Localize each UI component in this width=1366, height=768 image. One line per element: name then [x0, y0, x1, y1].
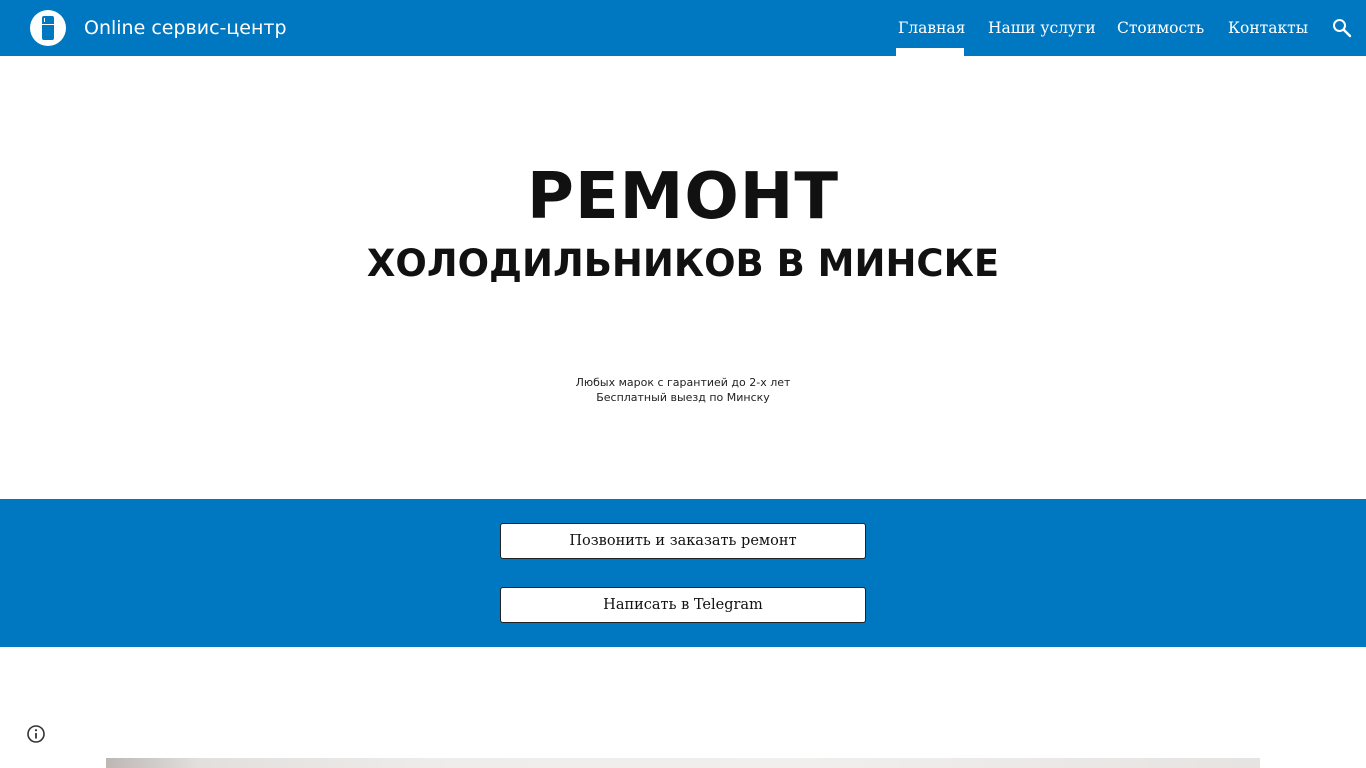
warranty-text: Любых марок с гарантией до 2-х лет — [575, 376, 791, 389]
free-visit-text: Бесплатный выезд по Минску — [596, 391, 770, 404]
nav-item-pricing[interactable]: Стоимость — [1117, 17, 1204, 39]
cta-band: Позвонить и заказать ремонт Написать в T… — [0, 499, 1366, 647]
hero-subtitle: ХОЛОДИЛЬНИКОВ В МИНСКЕ — [366, 242, 1000, 285]
search-icon — [1333, 19, 1352, 38]
hero-title: РЕМОНТ — [527, 160, 839, 234]
active-nav-indicator — [896, 48, 964, 56]
site-info-button[interactable] — [26, 724, 46, 744]
fridge-icon — [42, 16, 54, 40]
site-logo[interactable] — [30, 10, 66, 46]
nav-item-contacts[interactable]: Контакты — [1228, 17, 1308, 39]
info-icon — [27, 725, 45, 743]
nav-item-services[interactable]: Наши услуги — [988, 17, 1096, 39]
nav-item-home[interactable]: Главная — [898, 17, 965, 39]
telegram-button[interactable]: Написать в Telegram — [500, 587, 866, 623]
top-navigation-bar: Online сервис-центр Главная Наши услуги … — [0, 0, 1366, 56]
search-button[interactable] — [1330, 16, 1354, 40]
call-order-button[interactable]: Позвонить и заказать ремонт — [500, 523, 866, 559]
site-title[interactable]: Online сервис-центр — [84, 15, 287, 41]
hero-description: Любых марок с гарантией до 2-х лет Беспл… — [0, 375, 1366, 405]
fridge-photo — [106, 758, 1260, 768]
